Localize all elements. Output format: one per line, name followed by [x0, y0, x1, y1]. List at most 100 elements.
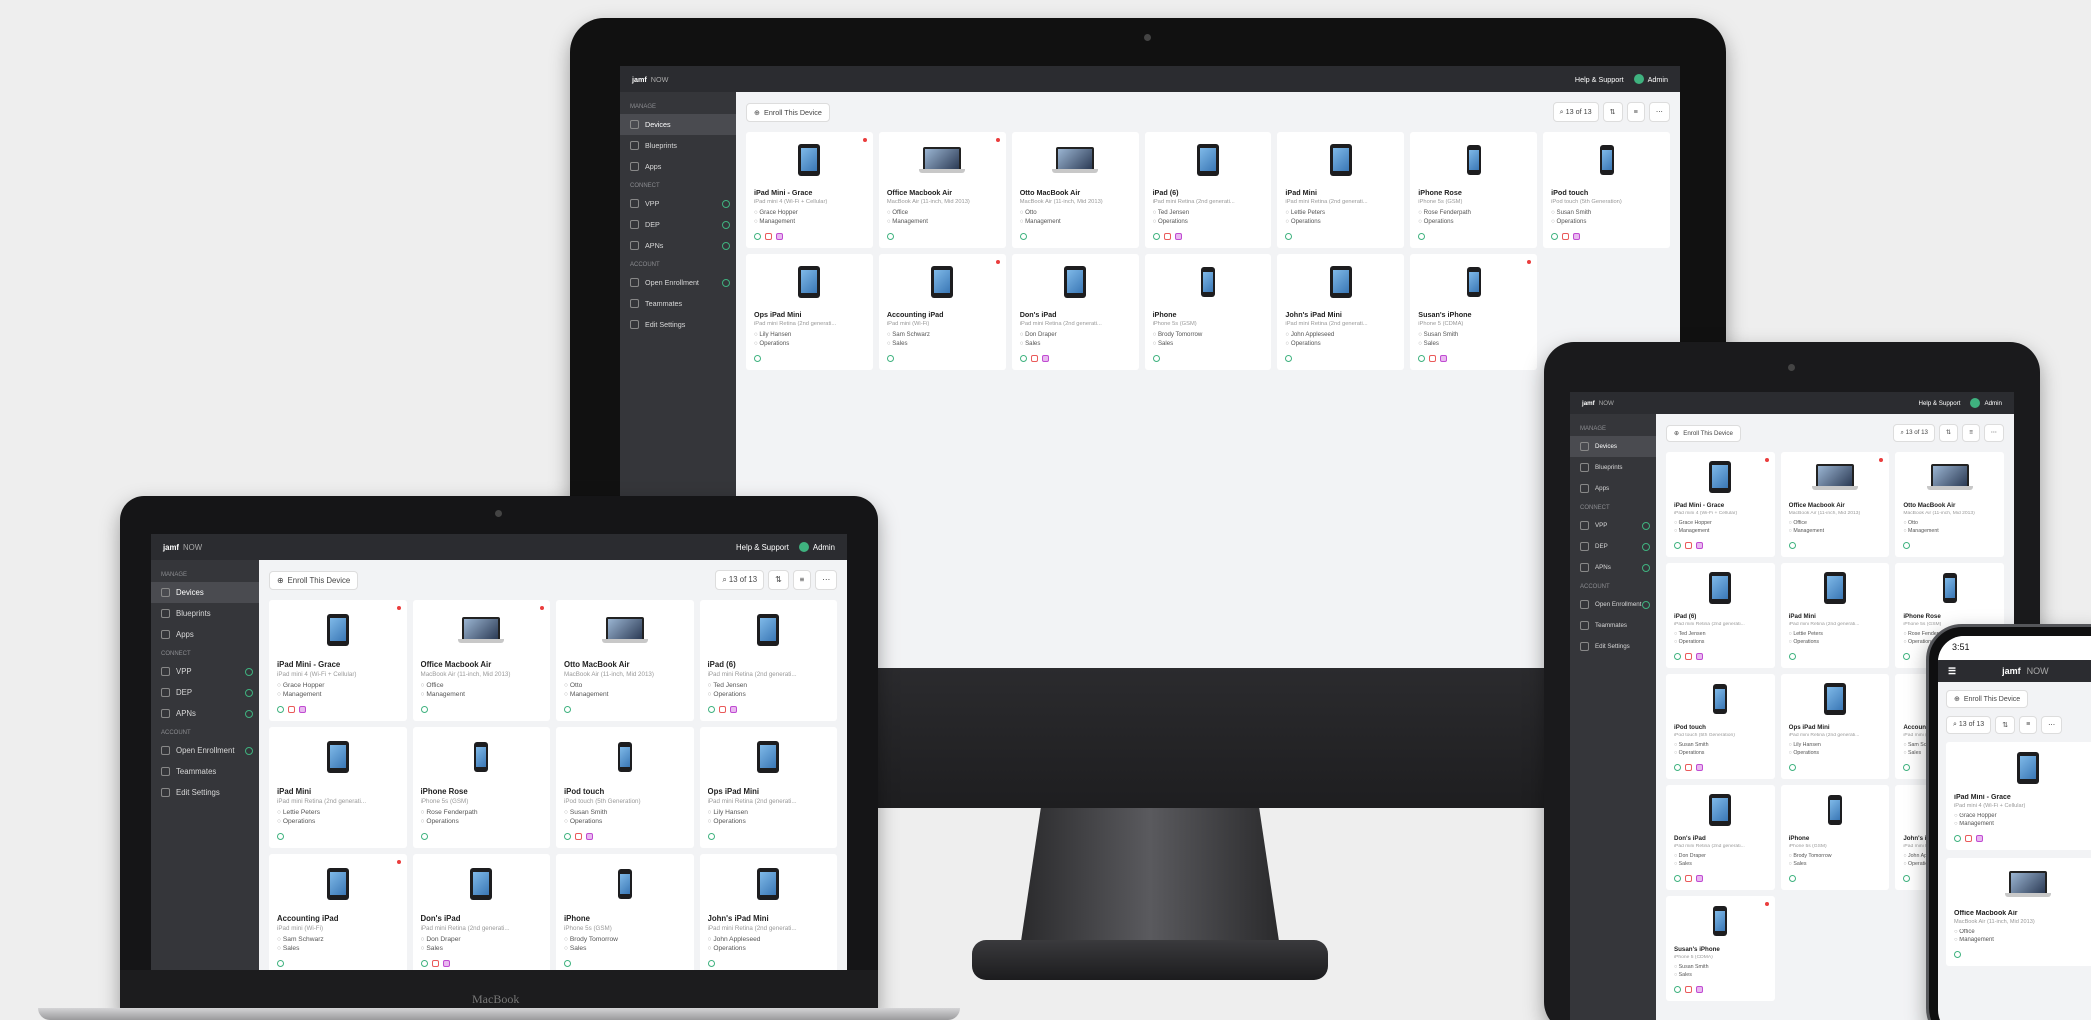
device-model: iPad mini Retina (2nd generati... [1285, 321, 1368, 327]
sidebar-item-dep[interactable]: DEP [151, 682, 259, 703]
enroll-button[interactable]: ⊕ Enroll This Device [1946, 690, 2029, 708]
device-card[interactable]: Susan's iPhone iPhone 5 (CDMA) Susan Smith… [1666, 896, 1775, 1001]
device-card[interactable]: Office Macbook Air MacBook Air (11-inch, … [1946, 858, 2091, 966]
sidebar-item-apps[interactable]: Apps [620, 156, 736, 177]
sidebar-item-blueprints[interactable]: Blueprints [620, 135, 736, 156]
device-card[interactable]: Otto MacBook Air MacBook Air (11-inch, Mi… [1895, 452, 2004, 557]
device-card[interactable]: Otto MacBook Air MacBook Air (11-inch, Mi… [556, 600, 694, 721]
device-card[interactable]: iPhone iPhone 5s (GSM) Brody Tomorrow Sales [556, 854, 694, 970]
admin-menu[interactable]: Admin [1970, 398, 2002, 408]
search-count-button[interactable]: ⌕ 13 of 13 [715, 570, 765, 590]
device-card[interactable]: iPhone Rose iPhone 5s (GSM) Rose Fenderpat… [1410, 132, 1538, 248]
sidebar-item-devices[interactable]: Devices [1570, 436, 1656, 457]
sidebar-item-teammates[interactable]: Teammates [1570, 615, 1656, 636]
device-card[interactable]: Office Macbook Air MacBook Air (11-inch, … [412, 600, 550, 721]
device-card[interactable]: Susan's iPhone iPhone 5 (CDMA) Susan Smith… [1410, 254, 1538, 370]
count-label: 13 of 13 [1905, 429, 1928, 436]
sidebar-item-edit-settings[interactable]: Edit Settings [151, 782, 259, 803]
device-card[interactable]: Office Macbook Air MacBook Air (11-inch, … [1780, 452, 1890, 557]
device-card[interactable]: iPod touch iPod touch (5th Generation) Sus… [1543, 132, 1670, 248]
sidebar-item-devices[interactable]: Devices [620, 114, 736, 135]
sidebar-item-blueprints[interactable]: Blueprints [1570, 457, 1656, 478]
device-card[interactable]: Ops iPad Mini iPad mini Retina (2nd gener… [746, 254, 873, 370]
device-card[interactable]: iPad Mini - Grace iPad mini 4 (Wi-Fi + Ce… [1666, 452, 1775, 557]
device-card[interactable]: iPad Mini iPad mini Retina (2nd generati.… [1780, 563, 1890, 668]
sidebar-item-teammates[interactable]: Teammates [151, 761, 259, 782]
device-card[interactable]: iPad Mini iPad mini Retina (2nd generati.… [1277, 132, 1405, 248]
filter-button[interactable]: ≡ [1626, 102, 1645, 122]
help-support-link[interactable]: Help & Support [1918, 400, 1960, 407]
device-card[interactable]: iPad Mini - Grace iPad mini 4 (Wi-Fi + Ce… [269, 600, 407, 721]
enroll-button[interactable]: ⊕ Enroll This Device [1666, 424, 1741, 442]
sidebar-item-devices[interactable]: Devices [151, 582, 259, 603]
device-card[interactable]: iPhone iPhone 5s (GSM) Brody Tomorrow Sales [1144, 254, 1272, 370]
filter-button[interactable]: ≡ [2019, 716, 2038, 734]
sidebar-item-dep[interactable]: DEP [620, 214, 736, 235]
sidebar-item-open-enrollment[interactable]: Open Enrollment [151, 740, 259, 761]
sidebar-item-open-enrollment[interactable]: Open Enrollment [1570, 594, 1656, 615]
sort-button[interactable]: ⇅ [1939, 424, 1959, 442]
more-button[interactable]: ⋯ [1648, 102, 1670, 122]
device-card[interactable]: Don's iPad iPad mini Retina (2nd generati… [1666, 785, 1775, 890]
device-card[interactable]: John's iPad Mini iPad mini Retina (2nd ge… [699, 854, 837, 970]
filter-button[interactable]: ≡ [792, 570, 812, 590]
enroll-button[interactable]: ⊕ Enroll This Device [746, 102, 830, 122]
device-card[interactable]: iPod touch iPod touch (5th Generation) Sus… [556, 727, 694, 848]
sidebar-item-vpp[interactable]: VPP [1570, 515, 1656, 536]
device-card[interactable]: Ops iPad Mini iPad mini Retina (2nd gener… [699, 727, 837, 848]
sidebar-item-vpp[interactable]: VPP [151, 661, 259, 682]
sidebar-item-vpp[interactable]: VPP [620, 193, 736, 214]
device-card[interactable]: Accounting iPad iPad mini (Wi-Fi) Sam Schw… [878, 254, 1006, 370]
ipad-camera [1788, 364, 1795, 371]
help-support-link[interactable]: Help & Support [1575, 75, 1624, 84]
device-card[interactable]: iPad (6) iPad mini Retina (2nd generati..… [1666, 563, 1775, 668]
help-support-link[interactable]: Help & Support [736, 543, 789, 552]
device-card[interactable]: iPad Mini iPad mini Retina (2nd generati.… [269, 727, 407, 848]
menu-icon[interactable]: ☰ [1948, 666, 1956, 677]
device-card[interactable]: Ops iPad Mini iPad mini Retina (2nd gener… [1780, 674, 1890, 779]
sidebar-item-apps[interactable]: Apps [1570, 478, 1656, 499]
device-card[interactable]: iPad Mini - Grace iPad mini 4 (Wi-Fi + Ce… [746, 132, 873, 248]
more-button[interactable]: ⋯ [815, 570, 837, 590]
status-ok-icon [754, 355, 761, 362]
device-model: MacBook Air (11-inch, Mid 2013) [1788, 511, 1861, 516]
more-button[interactable]: ⋯ [1983, 424, 2004, 442]
sidebar-item-apns[interactable]: APNs [1570, 557, 1656, 578]
sidebar-item-apns[interactable]: APNs [151, 703, 259, 724]
enroll-button[interactable]: ⊕ Enroll This Device [269, 570, 359, 590]
device-card[interactable]: Otto MacBook Air MacBook Air (11-inch, Mi… [1011, 132, 1139, 248]
device-card[interactable]: John's iPad Mini iPad mini Retina (2nd ge… [1277, 254, 1405, 370]
device-card[interactable]: Don's iPad iPad mini Retina (2nd generati… [1011, 254, 1139, 370]
search-count-button[interactable]: ⌕ 13 of 13 [1946, 716, 1992, 734]
device-name: Office Macbook Air [886, 188, 953, 197]
sidebar-item-apns[interactable]: APNs [620, 235, 736, 256]
sidebar-item-edit-settings[interactable]: Edit Settings [1570, 636, 1656, 657]
device-card[interactable]: iPad (6) iPad mini Retina (2nd generati..… [699, 600, 837, 721]
admin-menu[interactable]: Admin [798, 542, 835, 552]
search-count-button[interactable]: ⌕ 13 of 13 [1552, 102, 1599, 122]
sidebar-item-dep[interactable]: DEP [1570, 536, 1656, 557]
device-name: iPhone [1788, 835, 1810, 842]
sidebar-item-teammates[interactable]: Teammates [620, 293, 736, 314]
sidebar-item-open-enrollment[interactable]: Open Enrollment [620, 272, 736, 293]
sidebar-item-blueprints[interactable]: Blueprints [151, 603, 259, 624]
device-card[interactable]: iPhone iPhone 5s (GSM) Brody Tomorrow Sales [1780, 785, 1890, 890]
device-card[interactable]: iPad (6) iPad mini Retina (2nd generati..… [1144, 132, 1272, 248]
search-count-button[interactable]: ⌕ 13 of 13 [1893, 424, 1935, 442]
device-name: Office Macbook Air [1788, 502, 1845, 509]
device-group: Management [1903, 528, 1996, 534]
filter-button[interactable]: ≡ [1962, 424, 1980, 442]
device-card[interactable]: iPad Mini - Grace iPad mini 4 (Wi-Fi + Ce… [1946, 742, 2091, 850]
admin-menu[interactable]: Admin [1633, 74, 1668, 84]
device-card[interactable]: iPod touch iPod touch (5th Generation) Sus… [1666, 674, 1775, 779]
sort-button[interactable]: ⇅ [768, 570, 789, 590]
sort-button[interactable]: ⇅ [1995, 716, 2016, 734]
sidebar-item-edit-settings[interactable]: Edit Settings [620, 314, 736, 335]
sort-button[interactable]: ⇅ [1602, 102, 1623, 122]
device-card[interactable]: Office Macbook Air MacBook Air (11-inch, … [878, 132, 1006, 248]
device-card[interactable]: iPhone Rose iPhone 5s (GSM) Rose Fenderpat… [412, 727, 550, 848]
device-card[interactable]: Accounting iPad iPad mini (Wi-Fi) Sam Schw… [269, 854, 407, 970]
sidebar-item-apps[interactable]: Apps [151, 624, 259, 645]
more-button[interactable]: ⋯ [2041, 716, 2063, 734]
device-card[interactable]: Don's iPad iPad mini Retina (2nd generati… [412, 854, 550, 970]
